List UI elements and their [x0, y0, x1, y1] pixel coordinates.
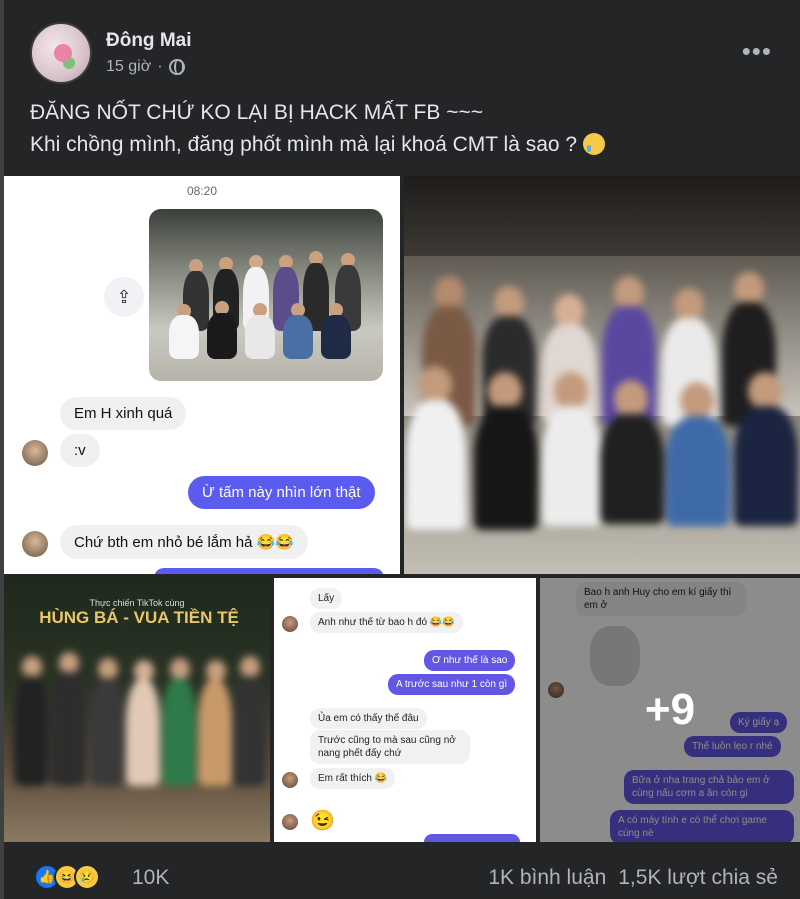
- contact-avatar: [282, 814, 298, 830]
- post-text: ĐĂNG NỐT CHỨ KO LẠI BỊ HACK MẤT FB ~~~ K…: [30, 97, 605, 161]
- share-count[interactable]: 1,5K lượt chia sẻ: [618, 866, 778, 890]
- contact-avatar: [282, 616, 298, 632]
- post-text-line1: ĐĂNG NỐT CHỨ KO LẠI BỊ HACK MẤT FB ~~~: [30, 101, 484, 124]
- sad-reaction-icon: 😢: [74, 864, 100, 890]
- chat-message-in: Trước cũng to mà sau cũng nở nang phết đ…: [310, 730, 470, 764]
- chat-message-in: Chứ bth em nhỏ bé lắm hả 😂😂: [60, 525, 308, 559]
- chat-message-out-partial: [154, 568, 384, 574]
- photo-group-office[interactable]: [404, 176, 800, 574]
- chat-message-in: Lấy: [310, 588, 343, 609]
- chat-message-out: Ơ như thế là sao: [424, 650, 516, 671]
- banner-subtitle: Thực chiến TikTok cùng: [89, 598, 185, 608]
- comment-count[interactable]: 1K bình luận: [488, 866, 606, 890]
- post-meta: 15 giờ ·: [106, 58, 185, 76]
- chat-time: 08:20: [186, 184, 218, 198]
- chat-message-out: Ừ tấm này nhìn lớn thật: [188, 476, 375, 509]
- contact-avatar: [22, 531, 48, 557]
- contact-avatar: [22, 440, 48, 466]
- chat-message-in: Anh như thế từ bao h đó 😂😂: [310, 612, 463, 633]
- more-options-icon[interactable]: •••: [742, 36, 772, 67]
- chat-message-out: A trước sau như 1 còn gì: [388, 674, 516, 695]
- author-avatar[interactable]: [30, 22, 92, 84]
- chat-message-in: Ủa em có thấy thế đâu: [310, 708, 427, 729]
- chat-emoji: 😉: [310, 810, 335, 832]
- chat-group-photo[interactable]: [149, 209, 383, 381]
- photo-event-banner[interactable]: Thực chiến TikTok cùng HÙNG BÁ - VUA TIỀ…: [4, 578, 270, 842]
- more-photos-overlay[interactable]: +9: [540, 578, 800, 842]
- chat-message-in: :v: [60, 434, 100, 467]
- post-text-line2: Khi chồng mình, đăng phốt mình mà lại kh…: [30, 129, 605, 161]
- crying-face-icon: [582, 133, 605, 155]
- globe-icon[interactable]: [168, 59, 185, 75]
- reaction-count[interactable]: 10K: [132, 866, 169, 890]
- chat-message-in: Em rất thích 😂: [310, 768, 396, 789]
- chat-message-in: Em H xinh quá: [60, 397, 187, 430]
- author-name[interactable]: Đông Mai: [106, 30, 192, 52]
- post-time[interactable]: 15 giờ: [106, 58, 151, 76]
- reactions-summary[interactable]: 👍 😆 😢: [34, 864, 100, 890]
- contact-avatar: [282, 772, 298, 788]
- banner-title: HÙNG BÁ - VUA TIỀN TỆ: [39, 608, 239, 627]
- share-icon[interactable]: ⇪: [104, 277, 144, 317]
- photo-chat-screenshot-3[interactable]: Bao h anh Huy cho em kí giấy thì em ở Ký…: [540, 578, 800, 842]
- photo-chat-screenshot-2[interactable]: Lấy Anh như thế từ bao h đó 😂😂 Ơ như thế…: [274, 578, 536, 842]
- photo-chat-screenshot-1[interactable]: 08:20 ⇪ Em H xinh quá :v Ừ tấm này nhìn …: [4, 176, 400, 574]
- post-stats: 1K bình luận 1,5K lượt chia sẻ: [488, 866, 778, 890]
